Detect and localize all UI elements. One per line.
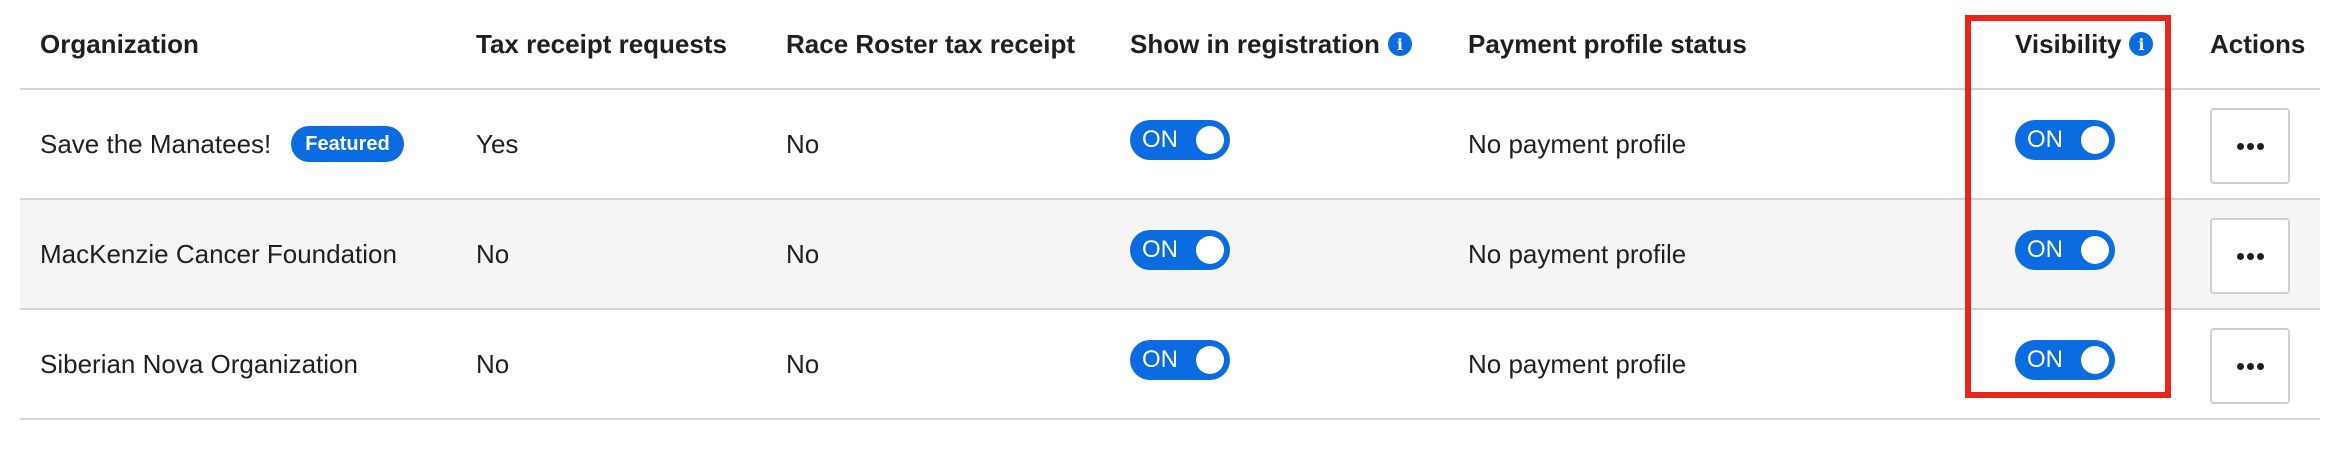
toggle-label: ON: [1142, 126, 1178, 153]
toggle-label: ON: [1142, 346, 1178, 373]
toggle-knob: [2081, 346, 2109, 374]
toggle-knob: [2081, 126, 2109, 154]
table-row: Save the Manatees! Featured Yes No ON No…: [20, 90, 2320, 200]
header-show-in-registration: Show in registration i: [1130, 0, 1412, 88]
tax-receipt-requests-value: No: [476, 348, 510, 379]
organization-name: Save the Manatees!: [40, 128, 272, 159]
show-in-registration-cell: ON: [1130, 310, 1230, 418]
info-icon[interactable]: i: [1387, 32, 1412, 56]
ellipsis-icon: [2236, 142, 2264, 150]
organization-cell: MacKenzie Cancer Foundation: [40, 200, 397, 308]
toggle-knob: [1196, 236, 1224, 264]
table-header: Organization Tax receipt requests Race R…: [20, 0, 2320, 90]
show-in-registration-toggle[interactable]: ON: [1130, 340, 1230, 380]
organization-name: MacKenzie Cancer Foundation: [40, 238, 397, 269]
more-actions-button[interactable]: [2210, 218, 2290, 294]
header-visibility-label: Visibility: [2015, 28, 2122, 59]
header-organization: Organization: [40, 28, 199, 59]
show-in-registration-cell: ON: [1130, 90, 1230, 198]
table-row: MacKenzie Cancer Foundation No No ON No …: [20, 200, 2320, 310]
ellipsis-icon: [2236, 252, 2264, 260]
visibility-cell: ON: [2015, 90, 2115, 198]
payment-profile-status-value: No payment profile: [1468, 348, 1687, 379]
toggle-label: ON: [2027, 346, 2063, 373]
tax-receipt-requests-value: Yes: [476, 128, 519, 159]
visibility-cell: ON: [2015, 310, 2115, 418]
header-show-in-registration-label: Show in registration: [1130, 28, 1380, 59]
show-in-registration-cell: ON: [1130, 200, 1230, 308]
header-race-roster-tax-receipt: Race Roster tax receipt: [786, 28, 1076, 59]
table-row: Siberian Nova Organization No No ON No p…: [20, 310, 2320, 420]
race-roster-tax-receipt-value: No: [786, 238, 820, 269]
toggle-label: ON: [2027, 236, 2063, 263]
header-tax-receipt-requests: Tax receipt requests: [476, 28, 727, 59]
race-roster-tax-receipt-value: No: [786, 348, 820, 379]
visibility-toggle[interactable]: ON: [2015, 230, 2115, 270]
toggle-label: ON: [2027, 126, 2063, 153]
info-icon[interactable]: i: [2129, 32, 2154, 56]
organization-cell: Siberian Nova Organization: [40, 310, 358, 418]
organizations-table: Organization Tax receipt requests Race R…: [20, 0, 2320, 420]
featured-badge: Featured: [291, 126, 404, 162]
visibility-toggle[interactable]: ON: [2015, 340, 2115, 380]
header-payment-profile-status: Payment profile status: [1468, 28, 1747, 59]
toggle-knob: [1196, 346, 1224, 374]
visibility-toggle[interactable]: ON: [2015, 120, 2115, 160]
visibility-cell: ON: [2015, 200, 2115, 308]
toggle-knob: [1196, 126, 1224, 154]
more-actions-button[interactable]: [2210, 328, 2290, 404]
actions-cell: [2210, 200, 2290, 308]
actions-cell: [2210, 310, 2290, 418]
toggle-knob: [2081, 236, 2109, 264]
payment-profile-status-value: No payment profile: [1468, 128, 1687, 159]
tax-receipt-requests-value: No: [476, 238, 510, 269]
organization-cell: Save the Manatees! Featured: [40, 90, 404, 198]
race-roster-tax-receipt-value: No: [786, 128, 820, 159]
show-in-registration-toggle[interactable]: ON: [1130, 120, 1230, 160]
show-in-registration-toggle[interactable]: ON: [1130, 230, 1230, 270]
more-actions-button[interactable]: [2210, 108, 2290, 184]
organizations-page: Organization Tax receipt requests Race R…: [0, 0, 2340, 466]
toggle-label: ON: [1142, 236, 1178, 263]
actions-cell: [2210, 90, 2290, 198]
ellipsis-icon: [2236, 362, 2264, 370]
payment-profile-status-value: No payment profile: [1468, 238, 1687, 269]
header-visibility: Visibility i: [2015, 0, 2154, 88]
header-actions: Actions: [2210, 28, 2306, 59]
organization-name: Siberian Nova Organization: [40, 348, 358, 379]
